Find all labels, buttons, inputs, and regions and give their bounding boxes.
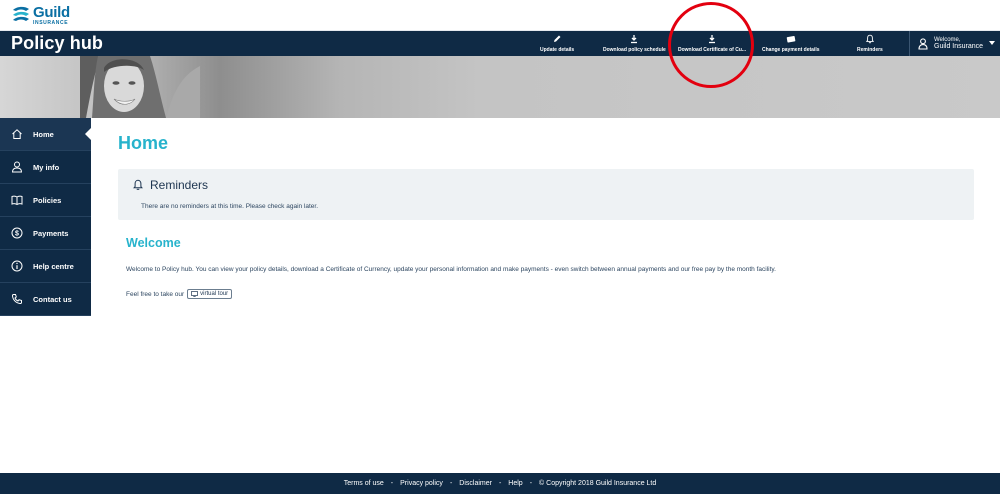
download-icon bbox=[631, 35, 638, 44]
download-policy-schedule-label: Download policy schedule bbox=[603, 47, 666, 53]
guild-logo[interactable]: Guild INSURANCE bbox=[11, 5, 70, 27]
change-payment-details-button[interactable]: Change payment details bbox=[762, 31, 820, 56]
footer-copyright: © Copyright 2018 Guild Insurance Ltd bbox=[539, 480, 657, 487]
logo-subtitle: INSURANCE bbox=[33, 20, 69, 26]
update-details-label: Update details bbox=[540, 47, 575, 53]
smiling-woman-photo bbox=[80, 56, 200, 118]
reminders-button[interactable]: Reminders bbox=[857, 31, 883, 56]
change-payment-details-label: Change payment details bbox=[762, 47, 820, 53]
logo-strip: Guild INSURANCE bbox=[0, 0, 1000, 31]
footer-link-help[interactable]: Help bbox=[508, 480, 522, 487]
virtual-tour-line: Feel free to take our virtual tour bbox=[126, 289, 233, 299]
update-details-button[interactable]: Update details bbox=[540, 31, 574, 56]
dollar-icon: $ bbox=[11, 227, 23, 239]
policy-hub-page: Guild INSURANCE Policy hub Update detail… bbox=[0, 0, 1000, 494]
monitor-icon bbox=[191, 291, 199, 297]
user-name: Guild Insurance bbox=[934, 42, 984, 50]
logo-name: Guild bbox=[33, 4, 70, 21]
sidebar-nav: Home My info Policies $ Payments Help ce… bbox=[0, 118, 92, 316]
pencil-icon bbox=[554, 35, 561, 42]
home-icon bbox=[12, 129, 22, 139]
user-menu[interactable]: Welcome, Guild Insurance bbox=[909, 31, 1000, 56]
virtual-tour-button[interactable]: virtual tour bbox=[187, 289, 233, 299]
guild-swoosh-icon bbox=[13, 6, 29, 21]
sidebar-item-label: Home bbox=[33, 129, 54, 139]
footer-separator: - bbox=[449, 480, 453, 487]
sidebar-item-label: Contact us bbox=[33, 294, 72, 304]
info-icon bbox=[11, 260, 23, 272]
sidebar-item-my-info[interactable]: My info bbox=[0, 151, 91, 184]
footer-link-privacy[interactable]: Privacy policy bbox=[400, 480, 443, 487]
book-icon bbox=[11, 195, 23, 206]
footer-separator: - bbox=[390, 480, 394, 487]
footer-separator: - bbox=[529, 480, 533, 487]
footer-link-terms[interactable]: Terms of use bbox=[344, 480, 384, 487]
virtual-tour-button-label: virtual tour bbox=[200, 291, 229, 297]
bell-icon bbox=[865, 34, 875, 44]
user-icon bbox=[918, 37, 928, 50]
download-certificate-button[interactable]: Download Certificate of Cu... bbox=[678, 31, 746, 56]
reminders-title: Reminders bbox=[150, 178, 209, 192]
download-icon bbox=[709, 35, 716, 44]
reminders-label: Reminders bbox=[857, 47, 883, 53]
top-nav-bar: Policy hub Update details Download polic… bbox=[0, 31, 1000, 56]
footer-separator: - bbox=[498, 480, 502, 487]
svg-text:$: $ bbox=[15, 230, 19, 237]
virtual-tour-prefix: Feel free to take our bbox=[126, 290, 185, 298]
person-icon bbox=[11, 161, 23, 173]
card-icon bbox=[786, 35, 796, 43]
page-title: Home bbox=[118, 133, 169, 153]
phone-icon bbox=[11, 294, 22, 305]
reminders-panel: Reminders There are no reminders at this… bbox=[118, 169, 974, 220]
hero-banner bbox=[0, 56, 1000, 118]
sidebar-item-home[interactable]: Home bbox=[0, 118, 92, 151]
footer: Terms of use - Privacy policy - Disclaim… bbox=[0, 473, 1000, 494]
sidebar-item-policies[interactable]: Policies bbox=[0, 184, 91, 217]
reminders-message: There are no reminders at this time. Ple… bbox=[141, 203, 319, 210]
sidebar-item-label: Payments bbox=[33, 228, 69, 238]
sidebar-item-payments[interactable]: $ Payments bbox=[0, 217, 91, 250]
sidebar-item-help-centre[interactable]: Help centre bbox=[0, 250, 91, 283]
sidebar-item-label: Policies bbox=[33, 195, 62, 205]
welcome-heading: Welcome bbox=[126, 236, 181, 250]
brand-title[interactable]: Policy hub bbox=[11, 33, 103, 54]
download-certificate-label: Download Certificate of Cu... bbox=[678, 47, 747, 53]
sidebar-item-contact-us[interactable]: Contact us bbox=[0, 283, 91, 316]
bell-icon bbox=[133, 179, 143, 190]
footer-link-disclaimer[interactable]: Disclaimer bbox=[459, 480, 492, 487]
download-policy-schedule-button[interactable]: Download policy schedule bbox=[603, 31, 666, 56]
welcome-text: Welcome to Policy hub. You can view your… bbox=[126, 266, 776, 273]
sidebar-item-label: My info bbox=[33, 162, 60, 172]
chevron-down-icon[interactable] bbox=[989, 41, 995, 45]
sidebar-item-label: Help centre bbox=[33, 261, 74, 271]
